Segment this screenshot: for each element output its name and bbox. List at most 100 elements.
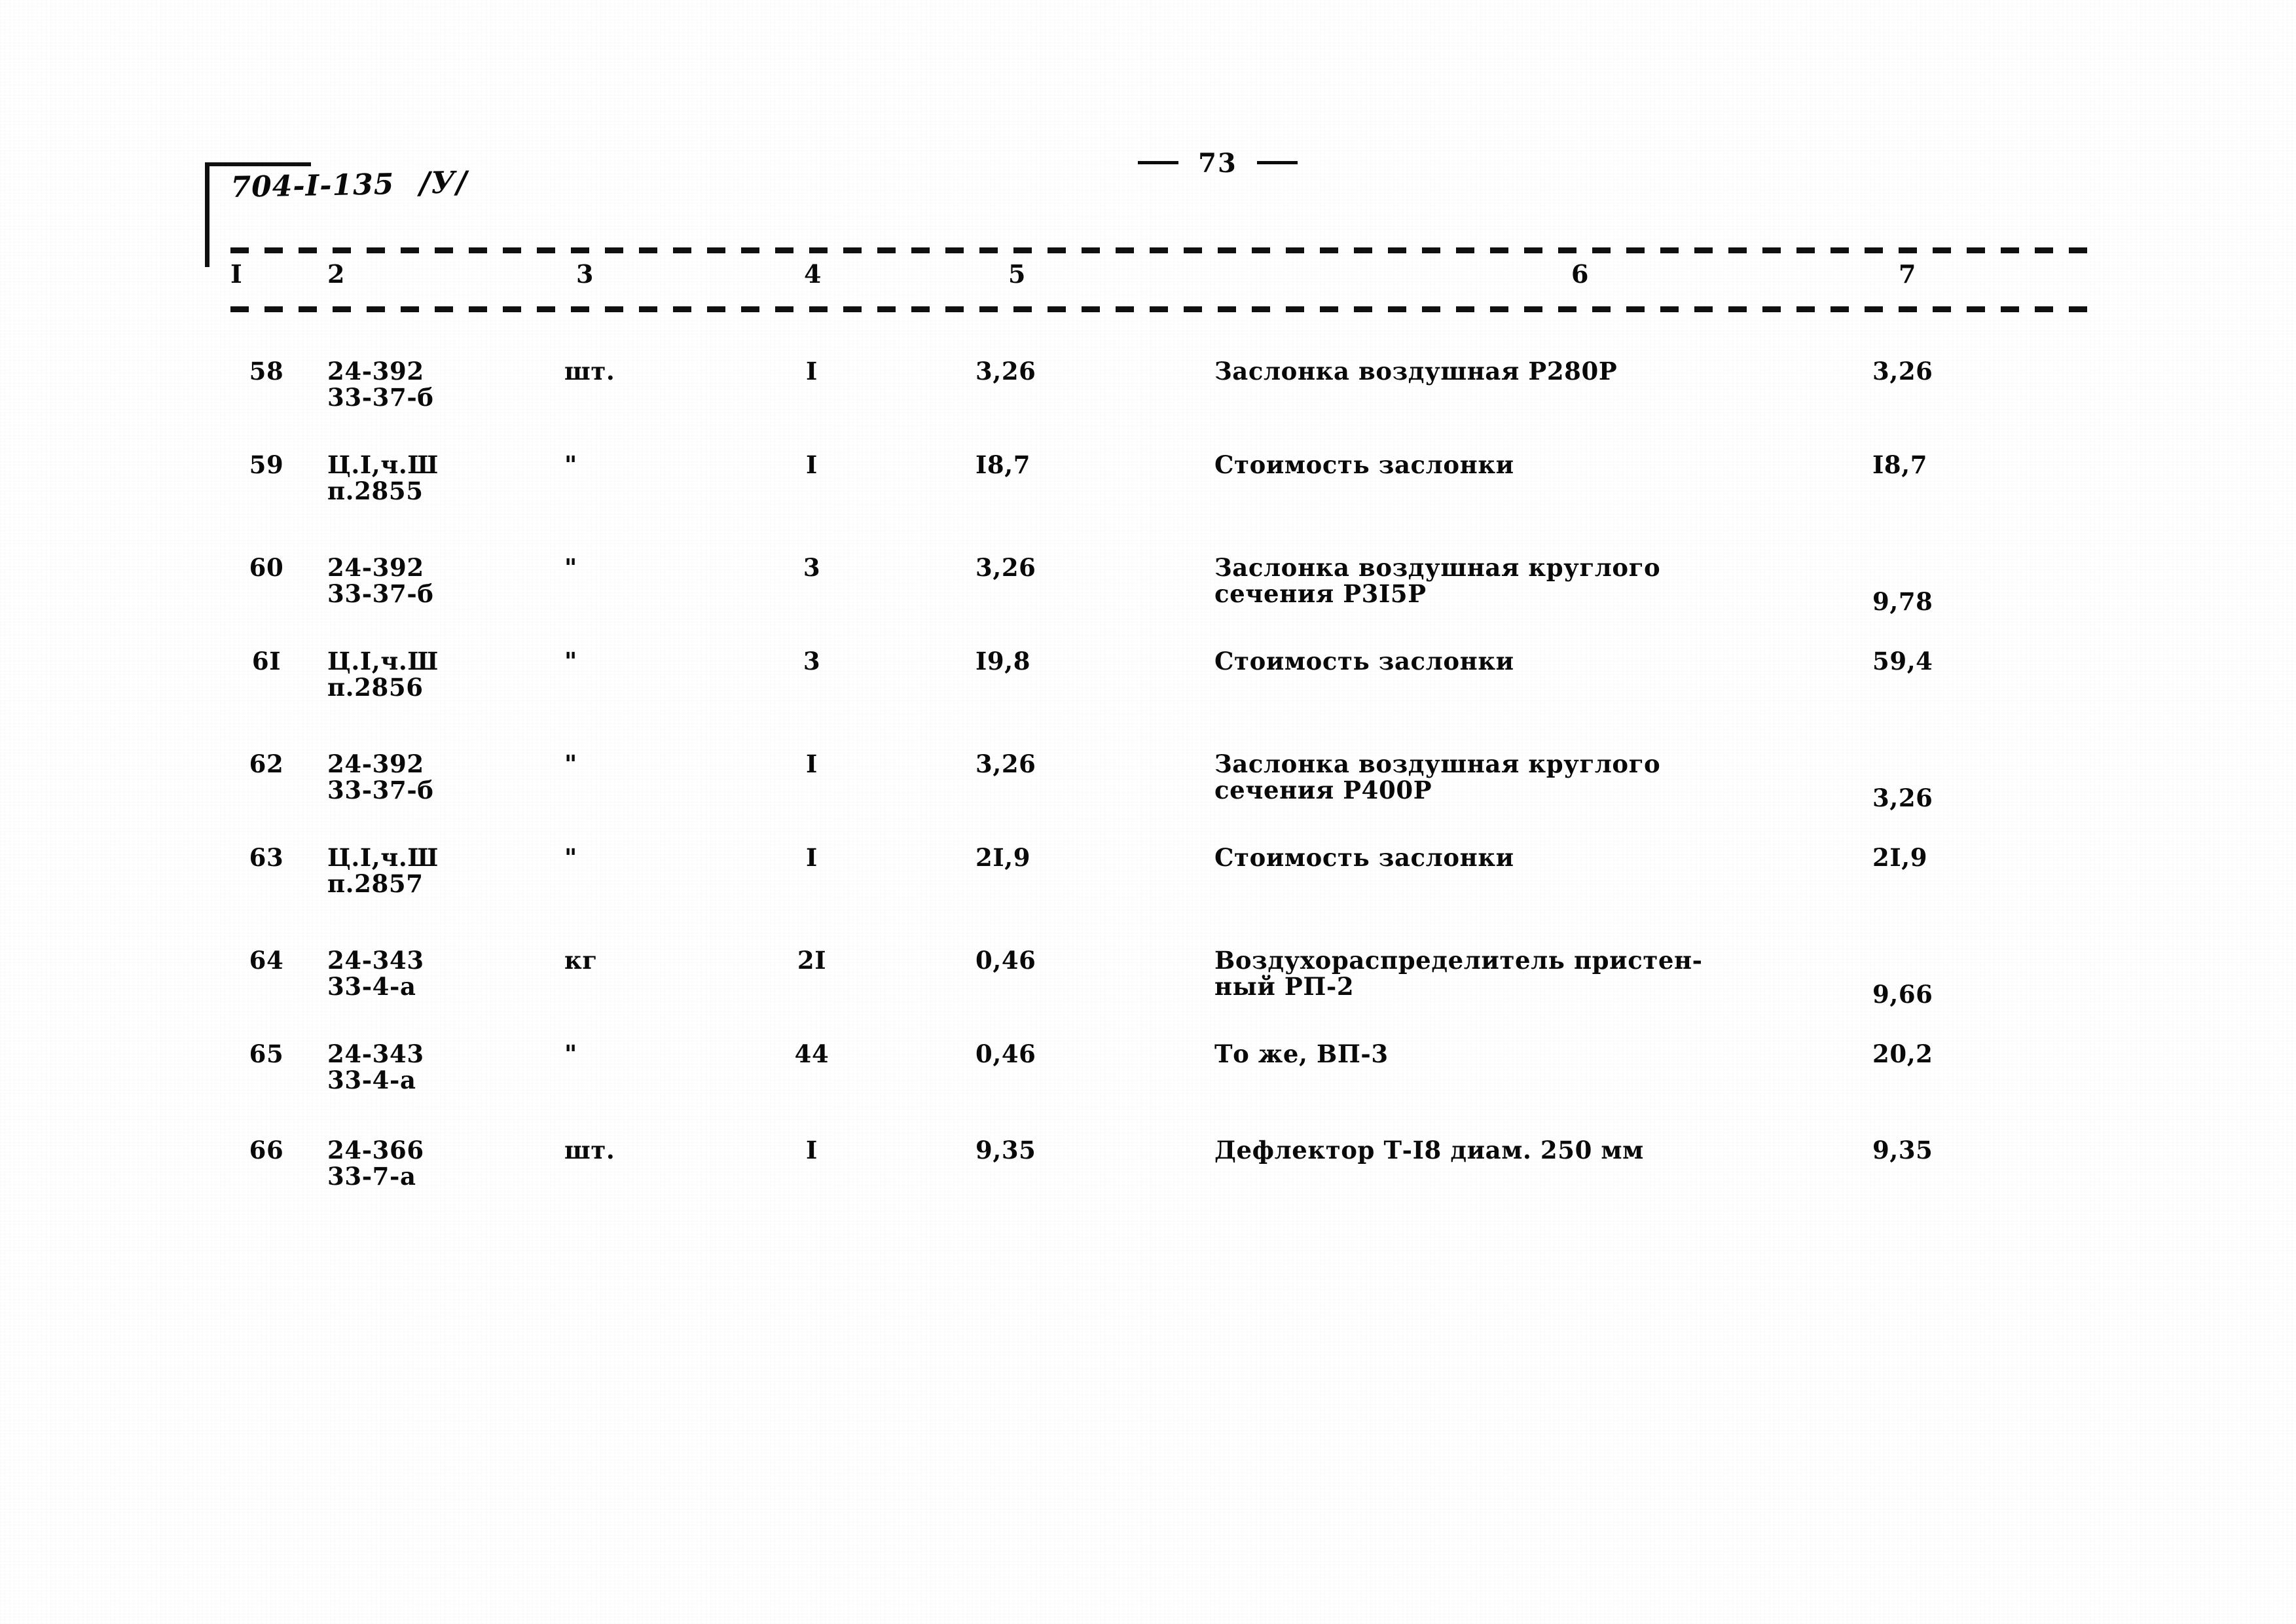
row-description-line2: сечения Р3I5Р — [1214, 579, 1427, 608]
row-description-line1: То же, ВП-3 — [1214, 1039, 1389, 1068]
column-header-price: 5 — [1008, 259, 1027, 289]
document-variant-text: /У/ — [418, 164, 468, 201]
column-header-total: 7 — [1899, 259, 1917, 289]
row-code-line2: 33-37-б — [327, 383, 434, 412]
row-unit: " — [564, 749, 577, 778]
row-code-line1: 24-392 — [327, 553, 424, 582]
row-total: 59,4 — [1872, 647, 1933, 676]
row-code-line1: 24-343 — [327, 946, 424, 975]
column-header-code: 2 — [327, 259, 346, 289]
row-number: 58 — [249, 357, 284, 386]
row-number: 66 — [249, 1136, 284, 1164]
row-unit-price: I8,7 — [975, 450, 1031, 479]
row-unit: " — [564, 647, 577, 676]
row-code-line1: Ц.I,ч.Ш — [327, 647, 439, 676]
row-code: Ц.I,ч.Ш п.2855 — [327, 450, 543, 505]
row-description-line1: Стоимость заслонки — [1214, 647, 1514, 676]
page-number-dash-right — [1256, 161, 1298, 164]
row-quantity: 3 — [803, 553, 821, 582]
row-total: 2I,9 — [1872, 843, 1928, 872]
row-unit-price: 9,35 — [975, 1136, 1036, 1164]
row-description: Стоимость заслонки — [1214, 843, 1869, 872]
row-number: 64 — [249, 946, 284, 975]
bracket-vertical-line — [205, 162, 210, 267]
row-quantity: I — [806, 749, 818, 778]
row-code-line1: 24-366 — [327, 1136, 424, 1164]
row-number: 62 — [249, 749, 284, 778]
row-description-line1: Воздухораспределитель пристен- — [1214, 946, 1703, 975]
row-number: 65 — [249, 1039, 284, 1068]
row-description-line1: Заслонка воздушная круглого — [1214, 553, 1661, 582]
row-unit-price: 3,26 — [975, 553, 1036, 582]
row-code-line2: п.2857 — [327, 869, 424, 898]
row-description: Стоимость заслонки — [1214, 647, 1869, 676]
row-quantity: I — [806, 357, 818, 386]
row-unit: шт. — [564, 357, 615, 386]
row-unit-price: 3,26 — [975, 749, 1036, 778]
row-code-line2: 33-4-а — [327, 972, 416, 1001]
row-code-line1: Ц.I,ч.Ш — [327, 450, 439, 479]
row-total: 9,78 — [1872, 587, 1933, 616]
row-description-line1: Стоимость заслонки — [1214, 450, 1514, 479]
row-code-line2: 33-4-а — [327, 1066, 416, 1094]
page-number: 73 — [1021, 148, 1414, 179]
row-total: 9,35 — [1872, 1136, 1933, 1164]
row-unit-price: 0,46 — [975, 946, 1036, 975]
row-code: Ц.I,ч.Ш п.2857 — [327, 843, 543, 898]
row-description: Заслонка воздушная Р280Р — [1214, 357, 1869, 386]
row-number: 6I — [251, 647, 282, 676]
row-unit: кг — [564, 946, 598, 975]
row-unit-price: 3,26 — [975, 357, 1036, 386]
row-description: Дефлектор Т-I8 диам. 250 мм — [1214, 1136, 1869, 1164]
row-code: 24-366 33-7-а — [327, 1136, 543, 1191]
row-description-line2: сечения Р400Р — [1214, 776, 1432, 804]
column-header-num: I — [230, 259, 243, 289]
row-code-line2: 33-37-б — [327, 579, 434, 608]
row-code-line2: 33-7-а — [327, 1162, 416, 1191]
row-code-line2: п.2856 — [327, 673, 424, 702]
row-unit-price: 2I,9 — [975, 843, 1031, 872]
row-description: То же, ВП-3 — [1214, 1039, 1869, 1068]
row-code: 24-392 33-37-б — [327, 553, 543, 608]
row-description-line2: ный РП-2 — [1214, 972, 1355, 1001]
row-total: 3,26 — [1872, 784, 1933, 812]
document-code-text: 704-I-135 — [230, 168, 395, 204]
row-number: 60 — [249, 553, 284, 582]
row-unit: шт. — [564, 1136, 615, 1164]
row-total: 20,2 — [1872, 1039, 1933, 1068]
row-total: 9,66 — [1872, 980, 1933, 1009]
row-code-line1: 24-343 — [327, 1039, 424, 1068]
table-rule-top — [230, 247, 2090, 253]
page-number-value: 73 — [1198, 148, 1237, 179]
row-quantity: I — [806, 450, 818, 479]
row-quantity: I — [806, 843, 818, 872]
column-header-desc: 6 — [1571, 259, 1590, 289]
row-unit: " — [564, 450, 577, 479]
row-code-line1: Ц.I,ч.Ш — [327, 843, 439, 872]
column-header-unit: 3 — [576, 259, 594, 289]
row-quantity: 44 — [794, 1039, 829, 1068]
row-code: 24-343 33-4-а — [327, 1039, 543, 1094]
row-code-line2: 33-37-б — [327, 776, 434, 804]
row-number: 59 — [249, 450, 284, 479]
row-code: 24-392 33-37-б — [327, 749, 543, 804]
row-quantity: 2I — [797, 946, 827, 975]
row-unit-price: I9,8 — [975, 647, 1031, 676]
row-unit: " — [564, 843, 577, 872]
row-code: 24-392 33-37-б — [327, 357, 543, 412]
column-header-qty: 4 — [804, 259, 822, 289]
row-quantity: I — [806, 1136, 818, 1164]
row-description-line1: Стоимость заслонки — [1214, 843, 1514, 872]
row-code-line1: 24-392 — [327, 357, 424, 386]
row-code: Ц.I,ч.Ш п.2856 — [327, 647, 543, 702]
row-unit: " — [564, 1039, 577, 1068]
row-quantity: 3 — [803, 647, 821, 676]
row-description: Заслонка воздушная круглого сечения Р400Р — [1214, 749, 1869, 804]
bracket-horizontal-line — [208, 162, 311, 166]
row-total: 3,26 — [1872, 357, 1933, 386]
row-code-line2: п.2855 — [327, 477, 424, 505]
row-description: Стоимость заслонки — [1214, 450, 1869, 479]
row-description-line1: Дефлектор Т-I8 диам. 250 мм — [1214, 1136, 1644, 1164]
document-page: 704-I-135/У/ 73 I 2 3 4 5 6 7 58 24-392 33… — [0, 0, 2296, 1624]
row-number: 63 — [249, 843, 284, 872]
